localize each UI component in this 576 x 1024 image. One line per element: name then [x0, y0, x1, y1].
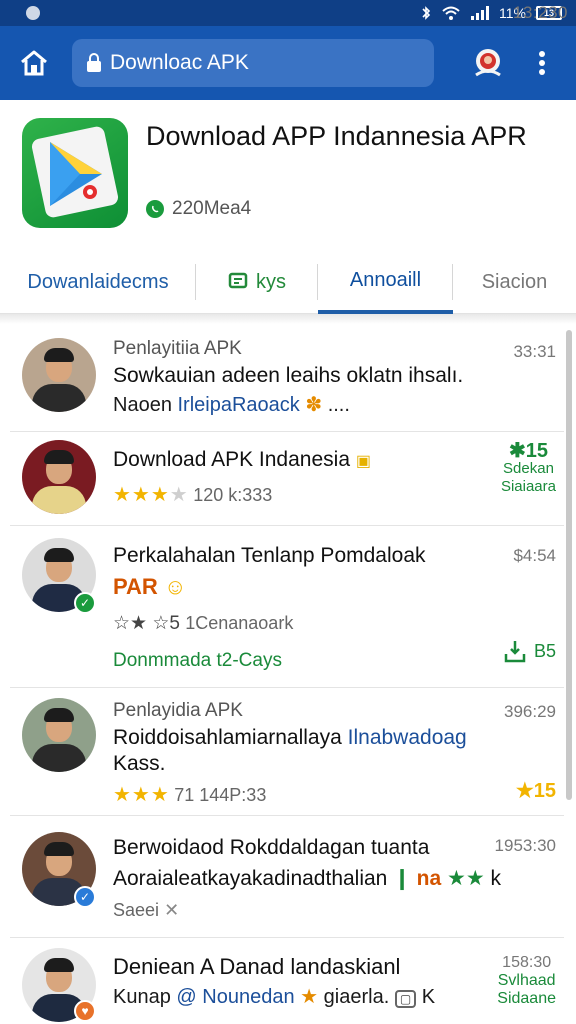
tab-label: Siacion: [481, 270, 548, 293]
signal-icon: [471, 6, 490, 20]
item-time: 33:31: [513, 342, 556, 361]
tab-keys[interactable]: kys: [196, 250, 318, 314]
home-button[interactable]: [12, 41, 56, 85]
reaction-icon: ♥: [74, 1000, 96, 1022]
download-icon: [504, 641, 526, 663]
verified-icon: ✓: [74, 592, 96, 614]
home-icon: [21, 50, 47, 76]
star-icon: ★: [300, 986, 319, 1008]
item-subtitle: PAR ☺: [113, 574, 187, 599]
list-item[interactable]: ✓ Perkalahalan Tenlanp Pomdaloak PAR ☺ ☆…: [10, 526, 564, 688]
item-title: Berwoidaod Rokddaldagan tuanta: [113, 836, 430, 859]
status-bar: 13:230 11% 13: [0, 0, 576, 26]
tag-icon: ▢: [394, 990, 417, 1008]
item-download[interactable]: B5: [502, 638, 556, 664]
item-rating: ★★★★ 120 k:333: [113, 484, 273, 506]
whatsapp-icon: [146, 200, 164, 218]
star-icon: ★: [515, 780, 534, 802]
stars-icon: ★★: [447, 867, 485, 890]
profile-icon: [475, 49, 501, 77]
comment-list: Penlayitiia APK Sowkauian adeen leaihs o…: [10, 324, 564, 1024]
item-link[interactable]: Donmmada t2-Cays: [113, 650, 282, 672]
item-title-continued: Kass.: [113, 752, 166, 775]
menu-button[interactable]: [520, 41, 564, 85]
tab-downloads[interactable]: Dowanlaidecms: [0, 250, 196, 314]
list-item[interactable]: Penlayidia APK Roiddoisahlamiarnallaya I…: [10, 688, 564, 816]
item-title: Roiddoisahlamiarnallaya Ilnabwadoag: [113, 726, 467, 749]
wifi-icon: [442, 6, 460, 20]
avatar: [22, 440, 96, 514]
message-icon: [228, 272, 248, 289]
list-item[interactable]: ✓ Berwoidaod Rokddaldagan tuanta Aoraial…: [10, 816, 564, 938]
item-subtitle: Naoen IrleipaRaoack ✽ ....: [113, 394, 350, 416]
app-size: 220Mea4: [146, 198, 251, 220]
scrollbar[interactable]: [566, 330, 572, 800]
item-status: ✱15 Sdekan Siaiaara: [500, 440, 556, 495]
list-item[interactable]: Download APK Indanesia ▣ ★★★★ 120 k:333 …: [10, 432, 564, 526]
profile-button[interactable]: [466, 41, 510, 85]
item-meta: Saeei ✕: [113, 900, 180, 920]
tab-label: kys: [256, 270, 286, 293]
item-status: 158:30 Svlhaad Sidaane: [497, 954, 556, 1007]
item-category: Penlayidia APK: [113, 700, 243, 721]
lock-icon: [87, 53, 101, 72]
list-item[interactable]: Penlayitiia APK Sowkauian adeen leaihs o…: [10, 324, 564, 432]
item-time: $4:54: [513, 546, 556, 565]
mic-icon: ❙: [393, 867, 411, 890]
app-size-text: 220Mea4: [172, 198, 252, 219]
tab-annotations[interactable]: Annoaill: [318, 250, 453, 314]
tab-station[interactable]: Siacion: [453, 250, 576, 314]
tab-label: Annoaill: [349, 268, 422, 291]
bluetooth-icon: [422, 6, 431, 20]
item-title: Perkalahalan Tenlanp Pomdaloak: [113, 544, 426, 567]
browser-toolbar: Downloac APK: [0, 26, 576, 100]
item-rating: ★★★ 71 144P:33: [113, 784, 267, 806]
sparkle-icon: ✽: [305, 394, 323, 416]
avatar: [22, 338, 96, 412]
tab-bar: Dowanlaidecms kys Annoaill Siacion: [0, 250, 576, 314]
item-time: 396:29: [504, 702, 556, 721]
app-title: Download APP Indannesia APR: [146, 121, 527, 151]
item-category: Penlayitiia APK: [113, 338, 242, 359]
more-vertical-icon: [539, 51, 545, 75]
address-bar[interactable]: Downloac APK: [72, 39, 434, 87]
item-title: Sowkauian adeen leaihs oklatn ihsalı.: [113, 364, 464, 387]
item-score: ★15: [515, 780, 556, 802]
notification-icon: [26, 6, 40, 20]
check-badge-icon: ✓: [74, 886, 96, 908]
mention-icon: @: [176, 986, 197, 1008]
status-time: 13:230: [513, 3, 568, 22]
avatar: [22, 698, 96, 772]
close-icon: ✕: [164, 900, 180, 920]
tab-label: Dowanlaidecms: [27, 270, 169, 293]
item-title: Download APK Indanesia ▣: [113, 448, 371, 471]
address-text: Downloac APK: [110, 51, 249, 74]
item-rating: ☆★ ☆5 1Cenanaoark: [113, 613, 294, 634]
list-item[interactable]: ♥ Deniean A Danad landaskianl Kunap @ No…: [10, 938, 564, 1024]
badge-icon: ▣: [355, 453, 371, 470]
app-icon[interactable]: [22, 118, 128, 228]
item-title: Deniean A Danad landaskianl: [113, 954, 401, 979]
play-logo-icon: [50, 142, 102, 206]
app-header: Download APP Indannesia APR 220Mea4: [0, 100, 576, 250]
item-subtitle: Aoraialeatkayakadinadthalian ❙ na ★★ k: [113, 867, 502, 890]
item-time: 1953:30: [494, 836, 556, 855]
check-icon: ✱: [508, 440, 526, 462]
smile-emoji-icon: ☺: [163, 574, 187, 599]
item-subtitle: Kunap @ Nounedan ★ giaerla. ▢ K: [113, 986, 436, 1008]
